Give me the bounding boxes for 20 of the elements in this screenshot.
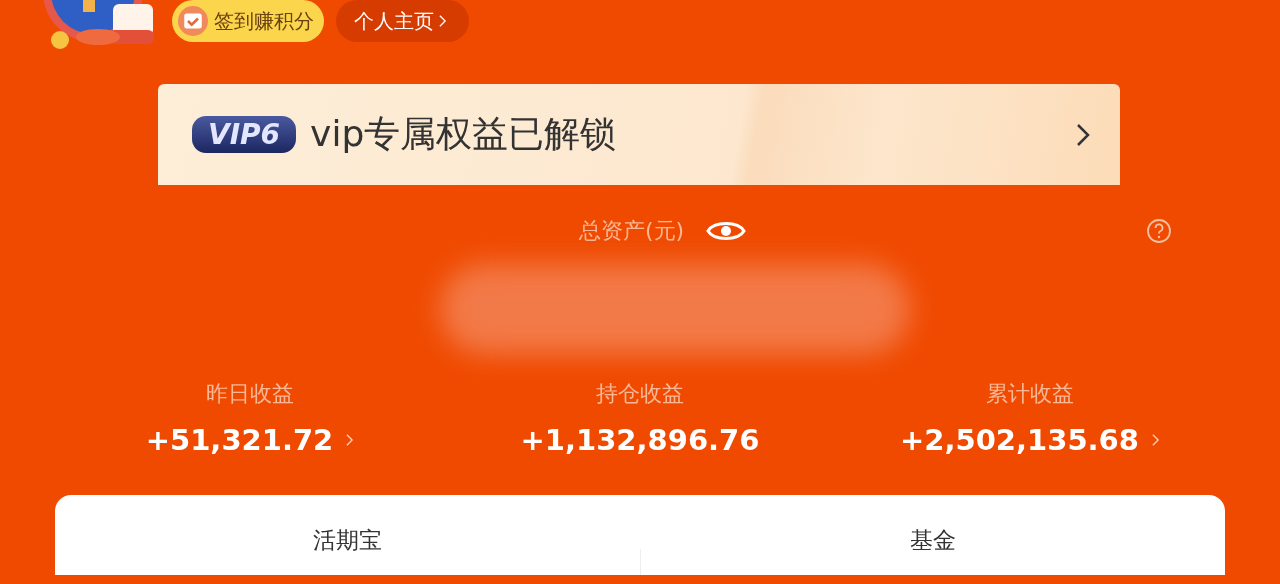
chevron-right-icon bbox=[1076, 122, 1090, 147]
chevron-right-icon[interactable] bbox=[1150, 433, 1160, 447]
stat-label: 昨日收益 bbox=[206, 380, 294, 408]
chevron-right-icon bbox=[438, 14, 447, 28]
stat-value: +2,502,135.68 bbox=[900, 423, 1139, 457]
vip-banner-text: vip专属权益已解锁 bbox=[310, 112, 618, 156]
stat-label: 累计收益 bbox=[986, 380, 1074, 408]
vip-banner[interactable]: VIP6 vip专属权益已解锁 bbox=[158, 84, 1120, 185]
stat-value: +51,321.72 bbox=[145, 423, 334, 457]
vip-level-badge: VIP6 bbox=[192, 116, 297, 153]
account-label: 活期宝 bbox=[312, 526, 382, 555]
help-icon[interactable] bbox=[1146, 218, 1173, 244]
stat-label: 持仓收益 bbox=[596, 380, 684, 408]
checkmark-icon bbox=[178, 6, 208, 36]
total-assets-label: 总资产(元) bbox=[579, 217, 685, 245]
profile-link[interactable]: 个人主页 bbox=[336, 0, 469, 42]
stat-value: +1,132,896.76 bbox=[520, 423, 760, 457]
chevron-right-icon[interactable] bbox=[345, 433, 355, 447]
account-label: 基金 bbox=[909, 526, 956, 555]
checkin-button[interactable]: 签到赚积分 bbox=[172, 0, 324, 42]
